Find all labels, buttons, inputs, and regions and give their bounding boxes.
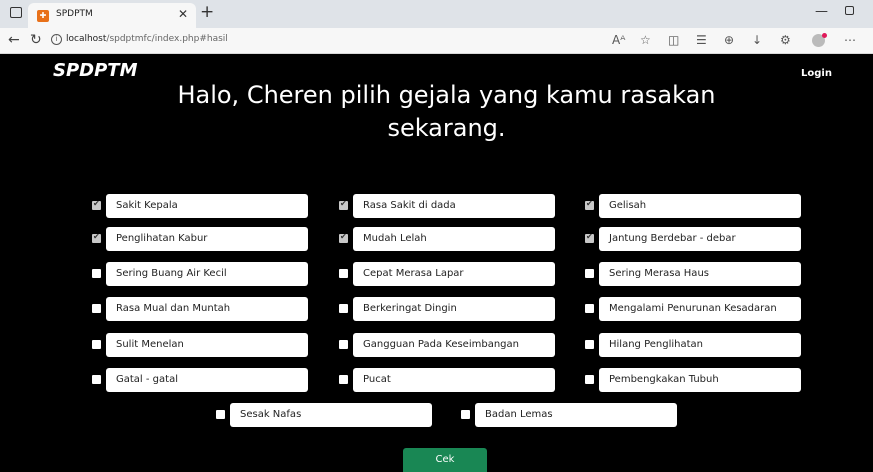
symptom-checkbox[interactable] [216,410,225,419]
read-aloud-icon[interactable]: Aᴬ [612,33,625,47]
heading-line-1: Halo, Cheren pilih gejala yang kamu rasa… [177,81,716,109]
symptom-label: Sering Buang Air Kecil [106,262,308,286]
split-screen-icon[interactable]: ◫ [668,33,679,47]
site-brand[interactable]: SPDPTM [53,60,137,81]
symptom-label: Pembengkakan Tubuh [599,368,801,392]
symptom-label: Gelisah [599,194,801,218]
site-info-icon[interactable]: i [51,34,62,45]
symptom-checkbox[interactable] [92,375,101,384]
symptom-checkbox[interactable] [585,232,594,243]
maximize-window-icon[interactable] [845,6,854,15]
check-button[interactable]: Cek [403,448,487,472]
symptom-checkbox[interactable] [92,199,101,210]
minimize-window-icon[interactable]: — [815,4,828,19]
address-bar[interactable]: localhost/spdptmfc/index.php#hasil [66,34,228,44]
symptom-checkbox[interactable] [92,269,101,278]
extensions-icon[interactable]: ⚙ [780,33,791,47]
browser-tab-bar: ✚ SPDPTM ✕ + — [0,0,873,28]
symptom-checkbox[interactable] [585,375,594,384]
symptom-checkbox[interactable] [585,340,594,349]
symptom-label: Berkeringat Dingin [353,297,555,321]
close-tab-icon[interactable]: ✕ [178,7,188,21]
symptom-label: Pucat [353,368,555,392]
symptom-checkbox[interactable] [461,410,470,419]
symptom-label: Hilang Penglihatan [599,333,801,357]
site-favicon-icon: ✚ [37,10,49,22]
downloads-icon[interactable]: ↓ [752,33,762,47]
symptom-label: Penglihatan Kabur [106,227,308,251]
url-path: /spdptmfc/index.php#hasil [106,34,228,44]
symptom-label: Mengalami Penurunan Kesadaran [599,297,801,321]
symptom-checkbox[interactable] [339,232,348,243]
symptom-label: Jantung Berdebar - debar [599,227,801,251]
symptom-checkbox[interactable] [585,199,594,210]
symptom-checkbox[interactable] [339,199,348,210]
symptom-checkbox[interactable] [92,304,101,313]
symptom-checkbox[interactable] [339,340,348,349]
symptom-label: Gatal - gatal [106,368,308,392]
symptom-checkbox[interactable] [339,269,348,278]
symptom-label: Cepat Merasa Lapar [353,262,555,286]
symptom-checkbox[interactable] [339,375,348,384]
refresh-icon[interactable]: ↻ [30,32,42,48]
page-heading: Halo, Cheren pilih gejala yang kamu rasa… [0,79,873,145]
symptom-label: Sulit Menelan [106,333,308,357]
symptom-label: Gangguan Pada Keseimbangan [353,333,555,357]
symptom-label: Sesak Nafas [230,403,432,427]
browser-toolbar: ← ↻ i localhost/spdptmfc/index.php#hasil… [0,28,873,76]
symptom-checkbox[interactable] [585,269,594,278]
browser-tab[interactable]: ✚ SPDPTM ✕ [28,3,196,28]
heading-line-2: sekarang. [387,114,506,142]
symptom-checkbox[interactable] [92,340,101,349]
symptom-label: Mudah Lelah [353,227,555,251]
favorites-list-icon[interactable]: ☰ [696,33,707,47]
tab-title: SPDPTM [56,9,93,19]
window-menu-icon[interactable] [10,7,22,18]
new-tab-icon[interactable]: + [200,2,214,22]
symptom-label: Badan Lemas [475,403,677,427]
symptom-checkbox[interactable] [585,304,594,313]
symptom-label: Sering Merasa Haus [599,262,801,286]
symptom-checkbox[interactable] [92,232,101,243]
collections-icon[interactable]: ⊕ [724,33,734,47]
symptom-label: Rasa Mual dan Muntah [106,297,308,321]
symptom-checkbox[interactable] [339,304,348,313]
symptom-label: Rasa Sakit di dada [353,194,555,218]
profile-notification-badge [822,33,827,38]
url-host: localhost [66,34,107,44]
page-body: SPDPTM Login Halo, Cheren pilih gejala y… [0,55,873,472]
favorite-star-icon[interactable]: ☆ [640,33,651,47]
back-arrow-icon[interactable]: ← [8,32,20,48]
more-menu-icon[interactable]: ⋯ [844,33,856,47]
symptom-label: Sakit Kepala [106,194,308,218]
login-link[interactable]: Login [801,68,832,79]
